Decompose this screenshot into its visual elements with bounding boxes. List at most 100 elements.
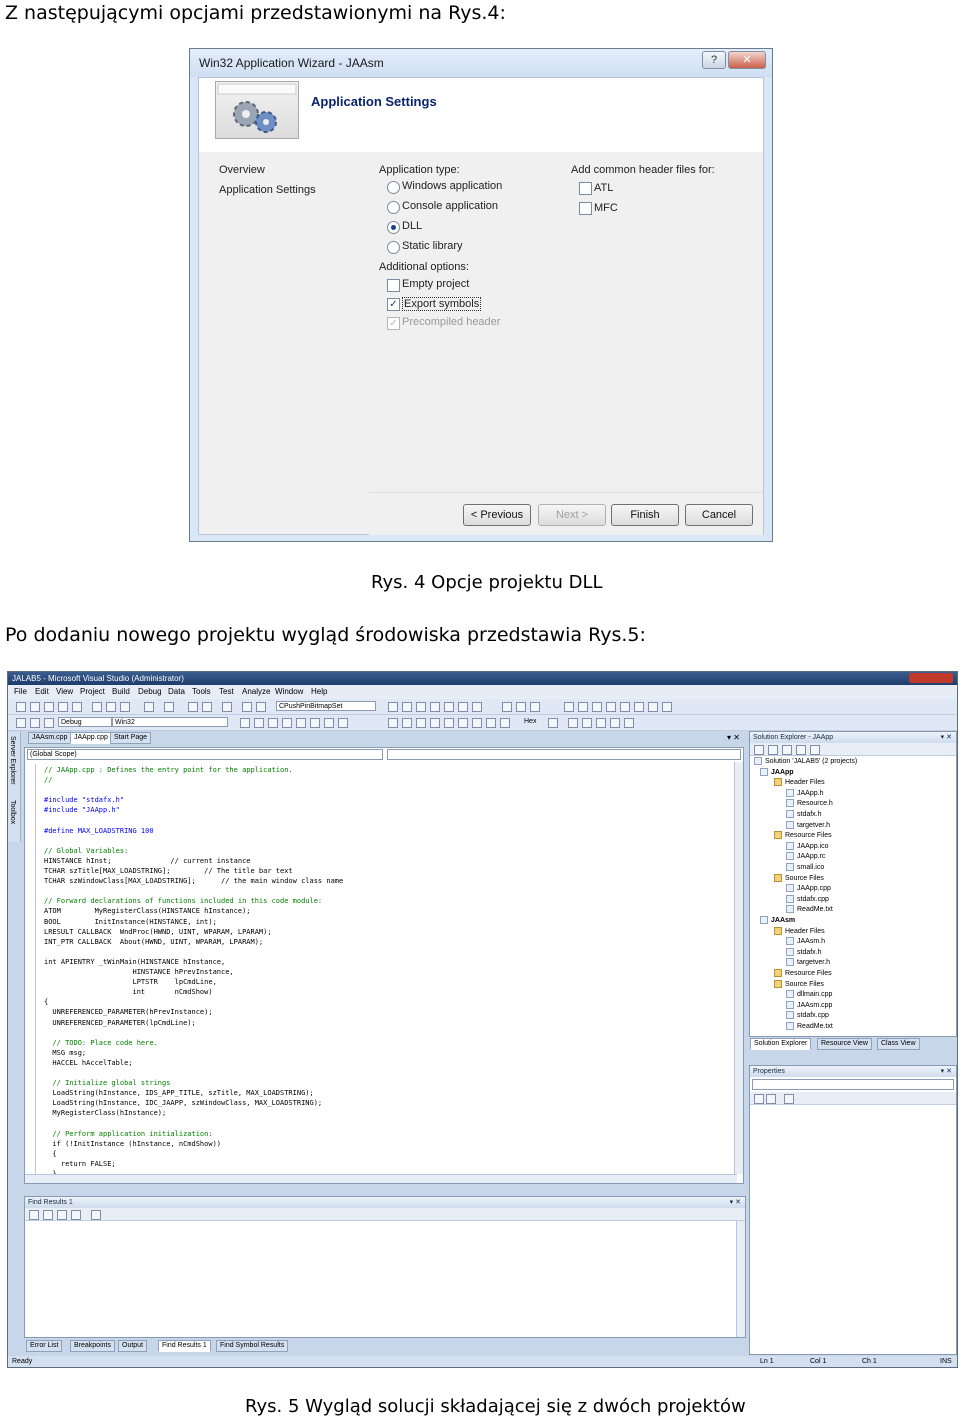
previous-button[interactable]: < Previous bbox=[463, 504, 531, 526]
menu-view[interactable]: View bbox=[56, 687, 73, 696]
radio-console-application[interactable] bbox=[387, 201, 400, 214]
start-debug-icon[interactable] bbox=[222, 702, 232, 712]
tree-item-file[interactable]: stdafx.h bbox=[786, 810, 822, 818]
alphabetical-icon[interactable] bbox=[766, 1094, 776, 1104]
tree-item-solution[interactable]: Solution 'JALAB5' (2 projects) bbox=[754, 757, 857, 765]
find-results-icon-d[interactable] bbox=[71, 1210, 81, 1220]
debug-window-icon-a[interactable] bbox=[388, 718, 398, 728]
tree-item-file[interactable]: targetver.h bbox=[786, 958, 830, 967]
nav-item-overview[interactable]: Overview bbox=[219, 164, 265, 176]
tab-start-page[interactable]: Start Page bbox=[110, 732, 152, 744]
toolbar-icon-a[interactable] bbox=[502, 702, 512, 712]
tab-error-list[interactable]: Error List bbox=[26, 1340, 63, 1352]
play-icon[interactable] bbox=[240, 718, 250, 728]
command-window-icon[interactable] bbox=[472, 702, 482, 712]
toolbar-icon-e[interactable] bbox=[578, 702, 588, 712]
toolbar-icon-c[interactable] bbox=[530, 702, 540, 712]
debug-window-icon-j[interactable] bbox=[548, 718, 558, 728]
menu-analyze[interactable]: Analyze bbox=[242, 687, 270, 696]
debug-window-icon-i[interactable] bbox=[500, 718, 510, 728]
debug-window-icon-e[interactable] bbox=[444, 718, 454, 728]
tree-item-project[interactable]: JAApp bbox=[760, 767, 794, 776]
find-combo[interactable]: CPushPinBitmapSet bbox=[276, 701, 376, 711]
save-icon[interactable] bbox=[58, 702, 68, 712]
se-show-all-icon[interactable] bbox=[768, 745, 778, 755]
menu-debug[interactable]: Debug bbox=[138, 687, 162, 696]
se-properties-icon[interactable] bbox=[754, 745, 764, 755]
menu-file[interactable]: File bbox=[14, 687, 27, 696]
new-project-icon[interactable] bbox=[16, 702, 26, 712]
step-icon-b[interactable] bbox=[296, 718, 306, 728]
toolbox-tab[interactable]: Toolbox bbox=[9, 800, 16, 824]
debug-window-icon-b[interactable] bbox=[402, 718, 412, 728]
menu-help[interactable]: Help bbox=[311, 687, 327, 696]
radio-dll[interactable] bbox=[387, 221, 400, 234]
debug-window-icon-o[interactable] bbox=[624, 718, 634, 728]
step-icon-c[interactable] bbox=[310, 718, 320, 728]
help-icon[interactable]: ? bbox=[702, 51, 726, 69]
checkbox-export-symbols[interactable]: ✓ bbox=[387, 298, 400, 311]
tree-item-file[interactable]: ReadMe.txt bbox=[786, 1022, 833, 1030]
tab-jaapp-cpp[interactable]: JAApp.cpp bbox=[70, 732, 112, 744]
find-results-icon-e[interactable] bbox=[91, 1210, 101, 1220]
tree-item-file[interactable]: JAAsm.h bbox=[786, 937, 825, 946]
find-results-icon-b[interactable] bbox=[43, 1210, 53, 1220]
find-results-scrollbar[interactable] bbox=[736, 1221, 745, 1337]
pause-icon[interactable] bbox=[254, 718, 264, 728]
find-results-icon-a[interactable] bbox=[29, 1210, 39, 1220]
menu-tools[interactable]: Tools bbox=[192, 687, 211, 696]
find-in-files-icon[interactable] bbox=[388, 702, 398, 712]
members-combo[interactable] bbox=[387, 749, 741, 760]
stop-icon[interactable] bbox=[268, 718, 278, 728]
object-browser-icon[interactable] bbox=[430, 702, 440, 712]
debug-window-icon-k[interactable] bbox=[568, 718, 578, 728]
tree-item-folder[interactable]: Resource Files bbox=[774, 969, 832, 977]
build-icon[interactable] bbox=[242, 702, 252, 712]
solution-explorer-close-icon[interactable]: ▾ ✕ bbox=[941, 732, 952, 743]
debug-window-icon-f[interactable] bbox=[458, 718, 468, 728]
debug-window-icon-h[interactable] bbox=[486, 718, 496, 728]
add-item-icon[interactable] bbox=[30, 702, 40, 712]
cut-icon[interactable] bbox=[92, 702, 102, 712]
platform-combo[interactable]: Win32 bbox=[112, 717, 228, 727]
debug-window-icon-d[interactable] bbox=[430, 718, 440, 728]
menu-data[interactable]: Data bbox=[168, 687, 185, 696]
nav-forward-icon[interactable] bbox=[202, 702, 212, 712]
hex-toggle[interactable]: Hex bbox=[524, 718, 536, 725]
step-icon-d[interactable] bbox=[324, 718, 334, 728]
find-results-close-icon[interactable]: ▾ ✕ bbox=[730, 1197, 741, 1208]
finish-button[interactable]: Finish bbox=[611, 504, 679, 526]
server-explorer-tab[interactable]: Server Explorer bbox=[9, 736, 16, 785]
tree-item-file[interactable]: JAApp.cpp bbox=[786, 884, 831, 893]
nav-item-application-settings[interactable]: Application Settings bbox=[219, 184, 316, 196]
nav-back-icon[interactable] bbox=[188, 702, 198, 712]
copy-icon[interactable] bbox=[106, 702, 116, 712]
solution-explorer-icon[interactable] bbox=[402, 702, 412, 712]
undo-icon[interactable] bbox=[144, 702, 154, 712]
tree-item-folder[interactable]: Resource Files bbox=[774, 831, 832, 840]
tab-jaasm-cpp[interactable]: JAAsm.cpp bbox=[28, 732, 72, 744]
tree-item-file[interactable]: JAApp.ico bbox=[786, 841, 829, 850]
tree-item-project[interactable]: JAAsm bbox=[760, 916, 795, 924]
tree-item-file[interactable]: Resource.h bbox=[786, 799, 833, 808]
menu-edit[interactable]: Edit bbox=[35, 687, 49, 696]
toolbar-icon-h[interactable] bbox=[620, 702, 630, 712]
menu-build[interactable]: Build bbox=[112, 687, 130, 696]
checkbox-empty-project[interactable] bbox=[387, 279, 400, 292]
tree-item-file[interactable]: stdafx.cpp bbox=[786, 1011, 829, 1020]
tree-item-folder[interactable]: Header Files bbox=[774, 926, 825, 935]
radio-static-library[interactable] bbox=[387, 241, 400, 254]
paste-icon[interactable] bbox=[120, 702, 130, 712]
tree-item-file[interactable]: stdafx.h bbox=[786, 947, 822, 956]
editor-vertical-scrollbar[interactable] bbox=[734, 762, 743, 1174]
debug-window-icon-g[interactable] bbox=[472, 718, 482, 728]
properties-object-combo[interactable] bbox=[752, 1079, 954, 1090]
close-document-icon[interactable]: ▾ ✕ bbox=[727, 733, 740, 742]
tree-item-file[interactable]: ReadMe.txt bbox=[786, 905, 833, 914]
tree-item-file[interactable]: JAApp.rc bbox=[786, 852, 825, 861]
tree-item-file[interactable]: stdafx.cpp bbox=[786, 894, 829, 903]
menu-test[interactable]: Test bbox=[219, 687, 234, 696]
window-controls-icon[interactable] bbox=[909, 673, 953, 683]
radio-windows-application[interactable] bbox=[387, 181, 400, 194]
tree-item-file[interactable]: small.ico bbox=[786, 863, 824, 871]
